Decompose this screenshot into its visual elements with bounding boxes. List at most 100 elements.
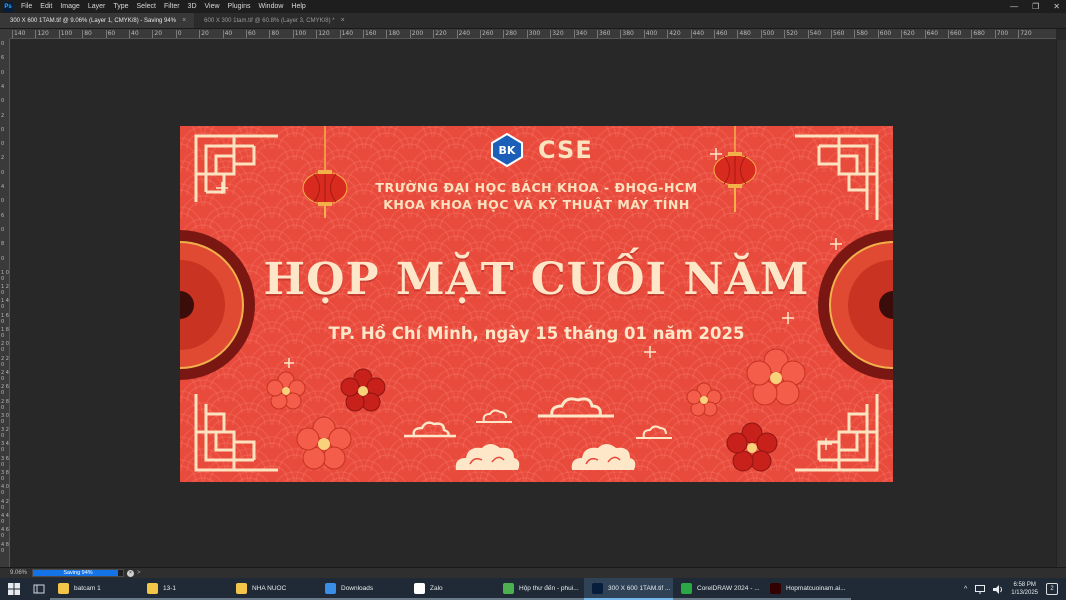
ruler-tick-label: 480 <box>737 30 751 38</box>
taskbar-item-label: batcam 1 <box>74 584 101 592</box>
start-button[interactable] <box>0 578 28 600</box>
banner-date-line: TP. Hồ Chí Minh, ngày 15 tháng 01 năm 20… <box>328 324 745 343</box>
ruler-tick-label: 60 <box>105 30 116 38</box>
sparkle-icon <box>820 438 832 450</box>
taskbar-item[interactable]: batcam 1 <box>50 578 139 600</box>
ruler-tick-label: 600 <box>877 30 892 38</box>
ruler-tick-label: 440 <box>690 30 705 38</box>
menu-file[interactable]: File <box>17 0 36 13</box>
taskbar-item[interactable]: Downloads <box>317 578 406 600</box>
volume-icon[interactable] <box>993 584 1003 594</box>
clock-date: 1/13/2025 <box>1011 590 1038 596</box>
ruler-tick-label: 660 <box>948 30 962 38</box>
sparkle-icon <box>782 312 794 324</box>
document-tab[interactable]: 600 X 300 1tam.tif @ 60.8% (Layer 3, CMY… <box>194 13 353 28</box>
taskbar-item[interactable]: NHA NUOC <box>228 578 317 600</box>
ruler-tick-label: 0 <box>1 198 5 205</box>
tray-chevron-icon[interactable]: ^ <box>964 586 967 593</box>
ruler-tick-label: 260 <box>480 30 494 38</box>
task-view-button[interactable] <box>28 578 50 600</box>
taskbar-item[interactable]: 13-1 <box>139 578 228 600</box>
ruler-tick-label: 0 <box>1 141 5 148</box>
close-icon[interactable]: ✕ <box>1053 0 1060 13</box>
university-name: TRƯỜNG ĐẠI HỌC BÁCH KHOA - ĐHQG-HCM <box>375 180 698 195</box>
ruler-tick-label: 40 <box>222 30 233 38</box>
zalo-icon <box>414 582 425 594</box>
status-menu-arrow-icon[interactable]: > <box>137 570 141 576</box>
ruler-tick-label: 200 <box>409 30 424 38</box>
taskbar-item[interactable]: Hộp thư đến - phui... <box>495 578 584 600</box>
menu-view[interactable]: View <box>201 0 224 13</box>
ruler-tick-label: 1 4 0 <box>1 298 9 311</box>
photoshop-logo-icon[interactable]: Ps <box>3 1 13 12</box>
photoshop-icon <box>592 582 603 594</box>
ruler-tick-label: 1 0 0 <box>1 269 9 282</box>
ruler-tick-label: 620 <box>901 30 915 38</box>
ruler-tick-label: 460 <box>714 30 728 38</box>
taskbar-item[interactable]: CorelDRAW 2024 - ... <box>673 578 762 600</box>
taskbar-item-label: 300 X 600 1TAM.tif ... <box>608 584 671 592</box>
ruler-tick-label: 1 8 0 <box>1 327 9 339</box>
tab-close-icon[interactable]: × <box>341 17 345 24</box>
menu-select[interactable]: Select <box>133 0 160 13</box>
restore-icon[interactable]: ❐ <box>1032 0 1039 13</box>
minimize-icon[interactable]: — <box>1010 0 1018 13</box>
menu-help[interactable]: Help <box>287 0 309 13</box>
ruler-tick-label: 300 <box>526 30 541 38</box>
ruler-tick-label: 360 <box>597 30 611 38</box>
flower-icon <box>296 416 352 470</box>
document-tab-active[interactable]: 300 X 600 1TAM.tif @ 9.06% (Layer 1, CMY… <box>0 13 195 28</box>
notifications-icon[interactable]: 2 <box>1046 583 1058 595</box>
ruler-tick-label: 0 <box>1 126 5 133</box>
document-tab-label: 600 X 300 1tam.tif @ 60.8% (Layer 3, CMY… <box>204 17 335 24</box>
ruler-tick-label: 0 <box>175 30 182 38</box>
zoom-level[interactable]: 9.06% <box>0 570 30 576</box>
horizontal-ruler[interactable]: 140 120 100 80 60 40 20 0 20 40 60 80 100 120 140 160 18… <box>10 29 1056 39</box>
ruler-tick-label: 140 <box>12 30 26 38</box>
vertical-scrollbar[interactable] <box>1056 40 1066 567</box>
ruler-tick-label: 80 <box>269 30 280 38</box>
network-icon[interactable] <box>975 584 986 594</box>
menu-layer[interactable]: Layer <box>84 0 110 13</box>
ruler-tick-label: 220 <box>433 30 447 38</box>
ruler-tick-label: 4 8 0 <box>1 541 9 554</box>
menu-type[interactable]: Type <box>109 0 132 13</box>
taskbar-item-label: Hopmatcuoinam.ai... <box>786 584 846 592</box>
ruler-tick-label: 700 <box>994 30 1009 38</box>
coreldraw-icon <box>681 582 692 594</box>
ruler-tick-label: 6 <box>1 55 5 62</box>
windows-logo-icon <box>8 583 20 595</box>
taskbar-item-label: Zalo <box>430 584 443 592</box>
document-tab-label: 300 X 600 1TAM.tif @ 9.06% (Layer 1, CMY… <box>10 17 177 24</box>
ruler-tick-label: 720 <box>1018 30 1032 38</box>
taskbar-item[interactable]: Hopmatcuoinam.ai... <box>762 578 851 600</box>
vertical-ruler[interactable]: 0 6 0 4 0 2 0 0 2 0 4 0 6 0 8 0 1 0 0 1 2 01 4 01 6 0 1 8 … <box>0 39 10 567</box>
banner-canvas[interactable]: BK CSE TRƯỜNG ĐẠI HỌC BÁCH KHOA - ĐHQG-H… <box>180 126 893 482</box>
sparkle-icon <box>644 346 656 358</box>
menu-3d[interactable]: 3D <box>184 0 201 13</box>
menu-filter[interactable]: Filter <box>160 0 184 13</box>
menu-image[interactable]: Image <box>56 0 83 13</box>
menu-window[interactable]: Window <box>255 0 288 13</box>
tab-close-icon[interactable]: × <box>182 17 186 24</box>
flower-icon <box>686 382 722 417</box>
flower-icon <box>746 348 806 406</box>
menu-edit[interactable]: Edit <box>36 0 56 13</box>
ruler-tick-label: 180 <box>386 30 400 38</box>
ruler-tick-label: 2 4 0 <box>1 369 9 382</box>
taskbar-clock[interactable]: 6:58 PM 1/13/2025 <box>1011 581 1038 597</box>
faculty-name: KHOA KHOA HỌC VÀ KỸ THUẬT MÁY TÍNH <box>383 197 690 212</box>
bk-university-logo-icon: BK <box>491 133 523 167</box>
menu-plugins[interactable]: Plugins <box>224 0 255 13</box>
folder-icon <box>236 582 247 594</box>
ruler-tick-label: 680 <box>971 30 985 38</box>
taskbar-item[interactable]: 300 X 600 1TAM.tif ... <box>584 578 673 600</box>
ruler-tick-label: 520 <box>784 30 798 38</box>
ruler-corner[interactable] <box>0 29 10 39</box>
cancel-save-icon[interactable]: × <box>127 569 134 577</box>
cse-brand-text: CSE <box>538 136 593 164</box>
ruler-tick-label: 560 <box>831 30 845 38</box>
taskbar-item-label: 13-1 <box>163 584 177 592</box>
ruler-tick-label: 2 <box>1 155 5 162</box>
taskbar-item[interactable]: Zalo <box>406 578 495 600</box>
